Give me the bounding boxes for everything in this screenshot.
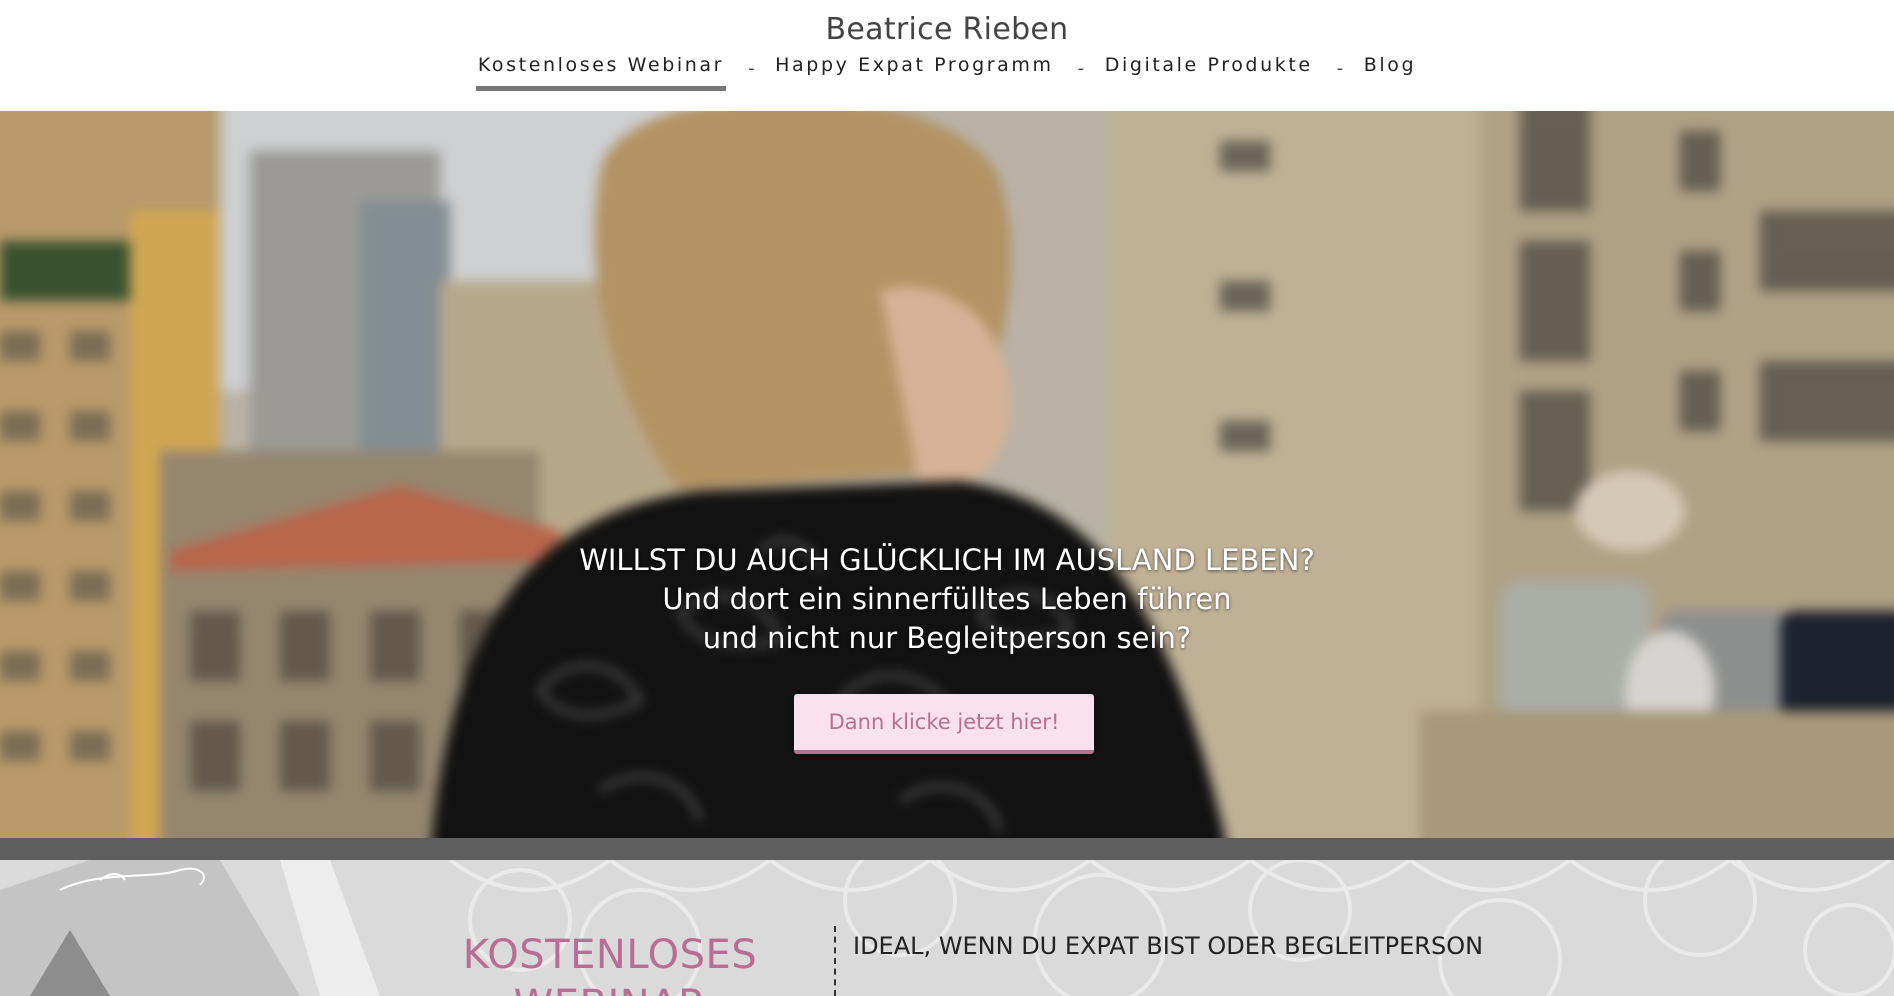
nav-item-digitale-produkte[interactable]: Digitale Produkte [1103,50,1315,86]
main-nav: Kostenloses Webinar - Happy Expat Progra… [0,50,1894,91]
hero-banner: WILLST DU AUCH GLÜCKLICH IM AUSLAND LEBE… [0,111,1894,838]
nav-item-kostenloses-webinar[interactable]: Kostenloses Webinar [475,50,727,91]
nav-separator: - [1336,58,1346,79]
nav-separator: - [748,58,758,79]
section-title: KOSTENLOSES WEBINAR [462,932,758,996]
nav-item-blog[interactable]: Blog [1362,50,1418,86]
cta-button[interactable]: Dann klicke jetzt hier! [794,694,1094,754]
site-header: Beatrice Rieben Kostenloses Webinar - Ha… [0,0,1894,111]
section-subtitle: IDEAL, WENN DU EXPAT BIST ODER BEGLEITPE… [853,932,1484,960]
nav-item-happy-expat-programm[interactable]: Happy Expat Programm [773,50,1055,86]
hero-headline-line3: und nicht nur Begleitperson sein? [702,621,1192,655]
hero-headline-line1: WILLST DU AUCH GLÜCKLICH IM AUSLAND LEBE… [579,543,1315,577]
hero-headline-line2: Und dort ein sinnerfülltes Leben führen [662,582,1232,616]
vertical-divider [834,926,836,996]
section-divider [0,838,1894,860]
nav-separator: - [1077,58,1087,79]
webinar-section: KOSTENLOSES WEBINAR IDEAL, WENN DU EXPAT… [0,860,1894,996]
lace-pattern-background [0,860,1894,996]
site-title[interactable]: Beatrice Rieben [0,10,1894,50]
hero-headline: WILLST DU AUCH GLÜCKLICH IM AUSLAND LEBE… [0,541,1894,658]
